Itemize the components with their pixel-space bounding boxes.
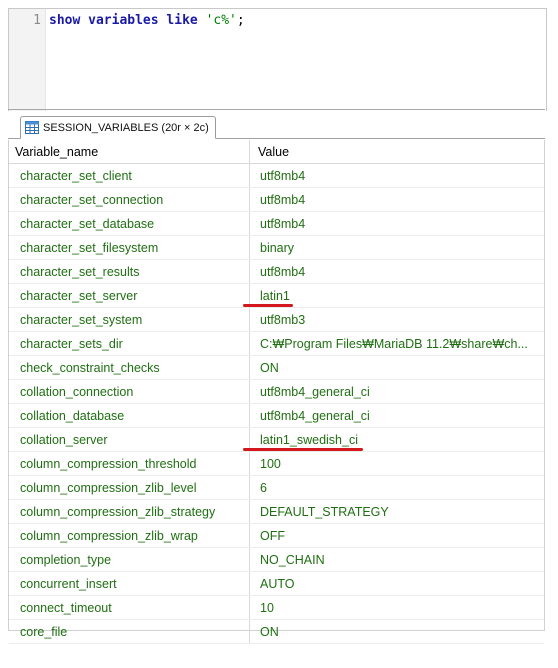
table-row[interactable]: column_compression_zlib_level 6: [9, 475, 544, 500]
cell-variable-name[interactable]: check_constraint_checks: [9, 355, 250, 380]
red-underline-annotation: [243, 447, 363, 451]
cell-variable-name[interactable]: character_set_system: [9, 307, 250, 332]
cell-value[interactable]: utf8mb3: [249, 307, 544, 332]
table-row[interactable]: column_compression_threshold 100: [9, 451, 544, 476]
column-header-variable-name[interactable]: Variable_name: [9, 140, 250, 164]
cell-variable-name[interactable]: character_set_filesystem: [9, 235, 250, 260]
table-row[interactable]: collation_database utf8mb4_general_ci: [9, 403, 544, 428]
cell-value[interactable]: latin1: [249, 283, 544, 308]
table-row[interactable]: character_sets_dir C:₩Program Files₩Maria…: [9, 331, 544, 356]
statement-terminator: ;: [236, 13, 245, 28]
results-grid[interactable]: Variable_name Value character_set_client…: [8, 140, 545, 644]
cell-value[interactable]: utf8mb4: [249, 259, 544, 284]
result-tab-strip: SESSION_VARIABLES (20r × 2c): [8, 112, 545, 139]
table-row[interactable]: core_file ON: [9, 619, 544, 644]
cell-variable-name[interactable]: character_set_connection: [9, 187, 250, 212]
table-row[interactable]: connect_timeout 10: [9, 595, 544, 620]
results-table: Variable_name Value character_set_client…: [9, 140, 544, 644]
table-row[interactable]: character_set_client utf8mb4: [9, 163, 544, 188]
table-row[interactable]: character_set_connection utf8mb4: [9, 187, 544, 212]
table-row[interactable]: collation_connection utf8mb4_general_ci: [9, 379, 544, 404]
cell-value[interactable]: 10: [249, 595, 544, 620]
cell-value[interactable]: ON: [249, 355, 544, 380]
table-row[interactable]: check_constraint_checks ON: [9, 355, 544, 380]
cell-variable-name[interactable]: character_set_client: [9, 163, 250, 188]
pattern-string: 'c%': [205, 13, 237, 28]
cell-variable-name[interactable]: connect_timeout: [9, 595, 250, 620]
cell-value[interactable]: DEFAULT_STRATEGY: [249, 499, 544, 524]
line-number-gutter: 1: [9, 9, 46, 111]
cell-variable-name[interactable]: character_sets_dir: [9, 331, 250, 356]
cell-variable-name[interactable]: collation_connection: [9, 379, 250, 404]
sql-code-line[interactable]: show variables like 'c%';: [49, 13, 245, 28]
table-row[interactable]: column_compression_zlib_strategy DEFAULT_…: [9, 499, 544, 524]
cell-variable-name[interactable]: column_compression_threshold: [9, 451, 250, 476]
cell-value[interactable]: binary: [249, 235, 544, 260]
result-tab[interactable]: SESSION_VARIABLES (20r × 2c): [20, 116, 216, 139]
cell-value[interactable]: OFF: [249, 523, 544, 548]
cell-value[interactable]: utf8mb4: [249, 163, 544, 188]
keyword-like: like: [166, 13, 198, 28]
cell-value[interactable]: NO_CHAIN: [249, 547, 544, 572]
sql-editor[interactable]: 1 show variables like 'c%';: [8, 8, 547, 111]
cell-variable-name[interactable]: column_compression_zlib_strategy: [9, 499, 250, 524]
cell-value[interactable]: utf8mb4_general_ci: [249, 403, 544, 428]
red-underline-annotation: [243, 303, 293, 307]
cell-value[interactable]: utf8mb4_general_ci: [249, 379, 544, 404]
cell-variable-name[interactable]: character_set_results: [9, 259, 250, 284]
cell-variable-name[interactable]: character_set_database: [9, 211, 250, 236]
cell-value[interactable]: C:₩Program Files₩MariaDB 11.2₩share₩ch..…: [249, 331, 544, 356]
header-row: Variable_name Value: [9, 140, 544, 164]
cell-value[interactable]: 6: [249, 475, 544, 500]
cell-variable-name[interactable]: collation_server: [9, 427, 250, 452]
editor-results-divider[interactable]: [8, 109, 545, 110]
table-row[interactable]: character_set_results utf8mb4: [9, 259, 544, 284]
line-number: 1: [33, 13, 41, 28]
cell-variable-name[interactable]: core_file: [9, 619, 250, 644]
cell-variable-name[interactable]: column_compression_zlib_wrap: [9, 523, 250, 548]
cell-variable-name[interactable]: character_set_server: [9, 283, 250, 308]
table-row[interactable]: character_set_system utf8mb3: [9, 307, 544, 332]
keyword-variables: variables: [88, 13, 159, 28]
result-tab-label: SESSION_VARIABLES (20r × 2c): [43, 121, 209, 134]
table-row[interactable]: column_compression_zlib_wrap OFF: [9, 523, 544, 548]
cell-value[interactable]: utf8mb4: [249, 187, 544, 212]
table-grid-icon: [25, 121, 39, 134]
cell-value[interactable]: 100: [249, 451, 544, 476]
cell-variable-name[interactable]: concurrent_insert: [9, 571, 250, 596]
cell-value[interactable]: utf8mb4: [249, 211, 544, 236]
cell-value[interactable]: ON: [249, 619, 544, 644]
keyword-show: show: [49, 13, 81, 28]
column-header-value[interactable]: Value: [249, 140, 544, 164]
cell-variable-name[interactable]: collation_database: [9, 403, 250, 428]
table-row[interactable]: concurrent_insert AUTO: [9, 571, 544, 596]
table-row[interactable]: character_set_database utf8mb4: [9, 211, 544, 236]
cell-value[interactable]: AUTO: [249, 571, 544, 596]
cell-variable-name[interactable]: completion_type: [9, 547, 250, 572]
table-row[interactable]: character_set_filesystem binary: [9, 235, 544, 260]
table-row[interactable]: completion_type NO_CHAIN: [9, 547, 544, 572]
cell-variable-name[interactable]: column_compression_zlib_level: [9, 475, 250, 500]
